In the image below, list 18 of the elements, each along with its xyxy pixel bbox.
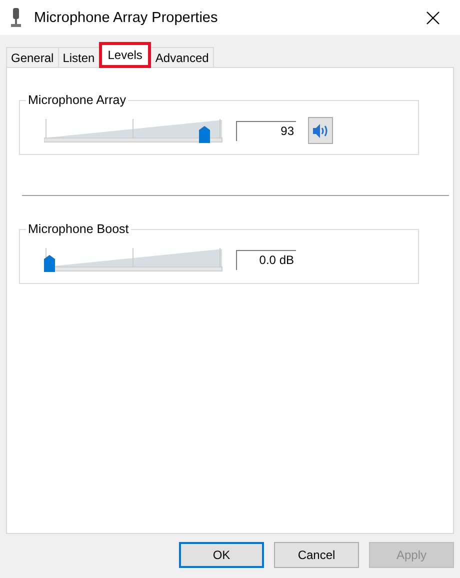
group-title: Microphone Boost xyxy=(26,222,131,236)
level-field[interactable]: 93 xyxy=(236,120,296,140)
speaker-icon xyxy=(312,122,330,138)
volume-slider[interactable] xyxy=(44,246,224,272)
speaker-button[interactable] xyxy=(308,117,333,144)
window-title: Microphone Array Properties xyxy=(34,10,219,26)
slider-thumb[interactable] xyxy=(44,254,55,272)
slider-thumb[interactable] xyxy=(199,126,210,142)
volume-slider[interactable] xyxy=(44,118,224,144)
microphone-icon xyxy=(10,8,22,28)
tab[interactable]: Advanced xyxy=(150,47,214,67)
tab[interactable]: Levels xyxy=(98,42,152,68)
dialog-button[interactable]: Cancel xyxy=(274,542,359,568)
dialog-button[interactable]: OK xyxy=(179,542,264,568)
group-title: Microphone Array xyxy=(26,93,128,107)
close-icon[interactable] xyxy=(426,10,440,24)
level-field[interactable]: 0.0 dB xyxy=(236,250,296,270)
tab[interactable]: General xyxy=(6,47,59,67)
